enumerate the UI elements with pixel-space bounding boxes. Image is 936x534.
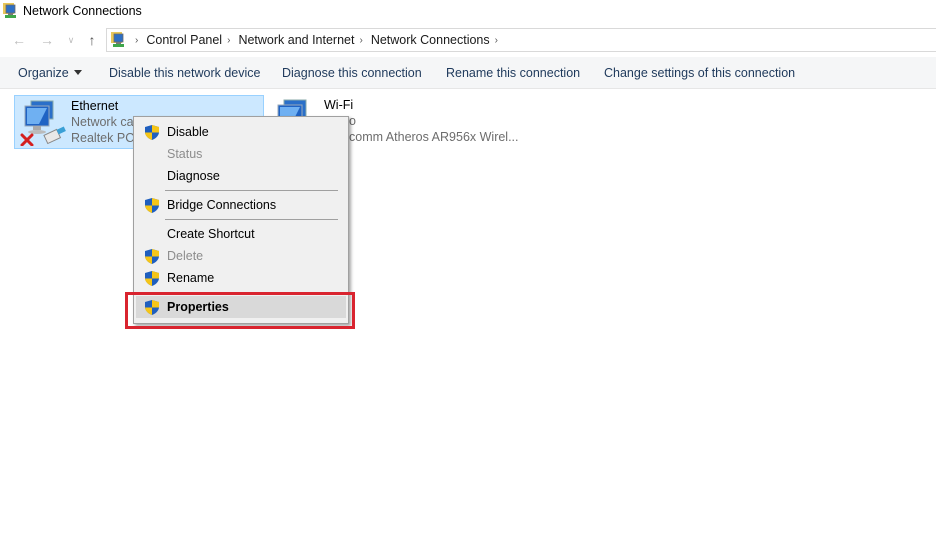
command-bar: Organize Disable this network device Dia… [0,57,936,89]
breadcrumb-separator-icon[interactable]: › [227,35,230,46]
dropdown-caret-icon [73,70,82,75]
forward-button[interactable]: → [38,30,56,50]
uac-shield-icon [145,271,159,286]
breadcrumb-control-panel[interactable]: Control Panel [144,33,224,47]
menu-item-label: Delete [167,249,204,263]
menu-item-diagnose[interactable]: Diagnose [136,165,346,187]
connection-device: comm Atheros AR956x Wirel... [349,130,519,144]
breadcrumb-separator-icon[interactable]: › [135,35,138,46]
menu-separator [165,219,338,220]
window-title: Network Connections [23,4,142,18]
connection-status: Network ca [71,115,134,129]
breadcrumb-separator-icon[interactable]: › [495,35,498,46]
uac-shield-icon [145,249,159,264]
menu-item-label: Properties [167,300,229,314]
disable-device-button[interactable]: Disable this network device [109,66,260,80]
arrow-up-icon: ↑ [88,32,96,48]
disconnected-x-icon [20,133,34,146]
menu-item-bridge-connections[interactable]: Bridge Connections [136,194,346,216]
back-button[interactable]: ← [10,30,28,50]
menu-item-label: Create Shortcut [167,227,255,241]
breadcrumb-network-connections[interactable]: Network Connections [369,33,492,47]
network-connections-icon [111,32,124,47]
menu-item-label: Bridge Connections [167,198,277,212]
menu-item-label: Rename [167,271,215,285]
ethernet-adapter-icon [20,100,66,146]
connection-status: o [349,114,356,128]
menu-item-label: Disable [167,125,209,139]
address-bar[interactable]: › Control Panel › Network and Internet ›… [106,28,936,52]
arrow-right-icon: → [40,32,54,48]
menu-separator [165,190,338,191]
up-button[interactable]: ↑ [83,30,101,50]
title-bar: Network Connections [0,0,936,24]
chevron-down-icon: ∨ [67,35,75,45]
network-connections-icon [3,3,16,18]
connection-name: Ethernet [71,99,119,113]
menu-item-label: Diagnose [167,169,220,183]
navigation-bar: ← → ∨ ↑ › Control Panel › Network and In… [0,28,936,52]
change-settings-button[interactable]: Change settings of this connection [604,66,795,80]
menu-item-status[interactable]: Status [136,143,346,165]
breadcrumb-network-and-internet[interactable]: Network and Internet [236,33,356,47]
menu-item-disable[interactable]: Disable [136,121,346,143]
menu-item-properties[interactable]: Properties [136,296,346,318]
menu-item-label: Status [167,147,203,161]
uac-shield-icon [145,300,159,315]
connection-name: Wi-Fi [324,98,354,112]
uac-shield-icon [145,125,159,140]
recent-locations-button[interactable]: ∨ [62,30,80,50]
uac-shield-icon [145,198,159,213]
arrow-left-icon: ← [12,32,26,48]
organize-label: Organize [18,66,69,80]
organize-menu[interactable]: Organize [18,66,82,80]
rename-connection-button[interactable]: Rename this connection [446,66,580,80]
menu-item-rename[interactable]: Rename [136,267,346,289]
diagnose-connection-button[interactable]: Diagnose this connection [282,66,422,80]
context-menu: Disable Status Diagnose Bridge Connectio… [133,116,349,324]
menu-item-delete[interactable]: Delete [136,245,346,267]
breadcrumb-separator-icon[interactable]: › [359,35,362,46]
menu-item-create-shortcut[interactable]: Create Shortcut [136,223,346,245]
